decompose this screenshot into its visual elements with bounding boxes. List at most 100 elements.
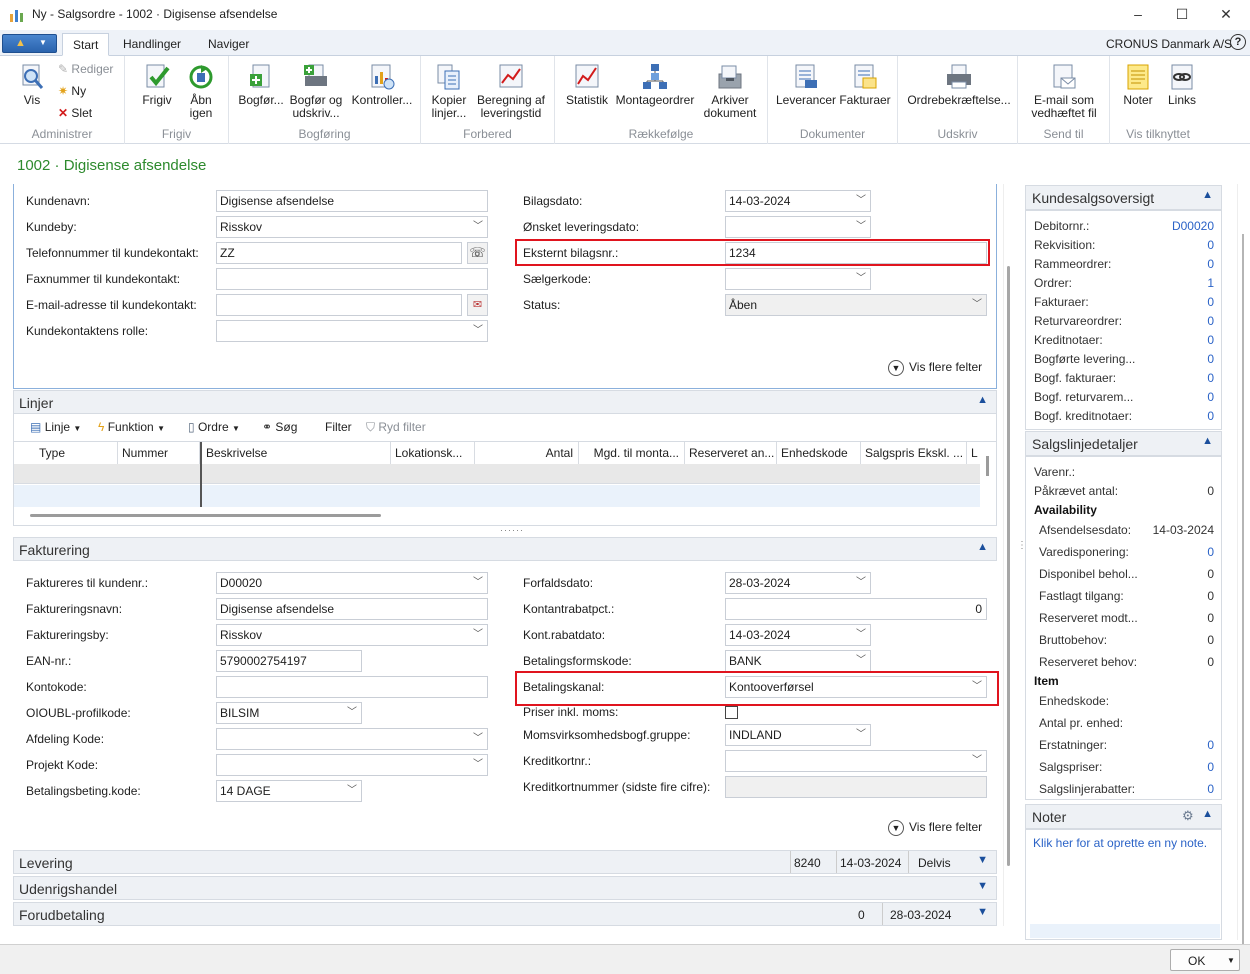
- beregning-af-leveringstid-button[interactable]: Beregning af leveringstid: [473, 62, 549, 120]
- fakturaer-button[interactable]: Fakturaer: [838, 62, 892, 107]
- table-row[interactable]: [14, 485, 980, 507]
- col-type[interactable]: Type: [35, 442, 118, 464]
- col-enhedskode[interactable]: Enhedskode: [777, 442, 861, 464]
- betalingsbeting-kode-field[interactable]: 14 DAGE ﹀: [216, 780, 362, 802]
- chevron-down-icon[interactable]: ﹀: [856, 725, 866, 745]
- frigiv-button[interactable]: Frigiv: [135, 62, 179, 107]
- row-value-link[interactable]: 0: [1207, 545, 1214, 559]
- note-input-area[interactable]: [1030, 924, 1220, 938]
- projekt-kode-field[interactable]: ﹀: [216, 754, 488, 776]
- faxnummer-field[interactable]: [216, 268, 488, 290]
- ean-nr-field[interactable]: 5790002754197: [216, 650, 362, 672]
- minimize-icon[interactable]: –: [1128, 4, 1148, 24]
- row-value-link[interactable]: 1: [1207, 276, 1214, 290]
- kreditkortnr-field[interactable]: ﹀: [725, 750, 987, 772]
- kundeby-field[interactable]: Risskov ﹀: [216, 216, 488, 238]
- col-nummer[interactable]: Nummer: [118, 442, 200, 464]
- maximize-icon[interactable]: ☐: [1172, 4, 1192, 24]
- scrollbar-thumb[interactable]: [1007, 266, 1010, 866]
- linjer-fasttab-header[interactable]: Linjer ▲: [13, 390, 997, 414]
- leverancer-button[interactable]: Leverancer: [774, 62, 838, 107]
- kundesalgsoversigt-header[interactable]: Kundesalgsoversigt ▲: [1025, 185, 1222, 210]
- col-salgspris[interactable]: Salgspris Ekskl. ...: [861, 442, 967, 464]
- tab-start[interactable]: Start: [62, 33, 110, 56]
- montageordrer-button[interactable]: Montageordrer: [613, 62, 697, 107]
- chevron-down-icon[interactable]: ﹀: [347, 703, 357, 723]
- close-icon[interactable]: ✕: [1216, 4, 1236, 24]
- oioubl-profilkode-field[interactable]: BILSIM ﹀: [216, 702, 362, 724]
- bilagsdato-field[interactable]: 14-03-2024 ﹀: [725, 190, 871, 212]
- faktureringsnavn-field[interactable]: Digisense afsendelse: [216, 598, 488, 620]
- create-note-link[interactable]: Klik her for at oprette en ny note.: [1033, 836, 1207, 850]
- rediger-button[interactable]: ✎ Rediger: [58, 62, 113, 76]
- col-lokationskode[interactable]: Lokationsk...: [391, 442, 475, 464]
- chevron-down-icon[interactable]: ﹀: [856, 573, 866, 593]
- email-attachment-button[interactable]: E-mail som vedhæftet fil: [1024, 62, 1104, 120]
- email-field[interactable]: [216, 294, 462, 316]
- help-icon[interactable]: ?: [1230, 34, 1246, 50]
- vis-button[interactable]: Vis: [10, 62, 54, 107]
- application-menu-button[interactable]: ▲ ▼: [2, 34, 57, 53]
- statistik-button[interactable]: Statistik: [563, 62, 611, 107]
- noter-button[interactable]: Noter: [1118, 62, 1158, 107]
- saelgerkode-field[interactable]: ﹀: [725, 268, 871, 290]
- row-value-link[interactable]: 0: [1207, 738, 1214, 752]
- col-mgd-til-montage[interactable]: Mgd. til monta...: [579, 442, 685, 464]
- fakturering-fasttab-header[interactable]: Fakturering ▲: [13, 537, 997, 561]
- chevron-down-icon[interactable]: ﹀: [473, 573, 483, 593]
- udenrigshandel-fasttab-header[interactable]: Udenrigshandel ▼: [13, 876, 997, 900]
- afdeling-kode-field[interactable]: ﹀: [216, 728, 488, 750]
- debitornr-link[interactable]: D00020: [1172, 219, 1214, 233]
- factbox-scrollbar[interactable]: [1237, 184, 1247, 954]
- vis-flere-felter-general-button[interactable]: ▼ Vis flere felter: [888, 360, 982, 376]
- kontokode-field[interactable]: [216, 676, 488, 698]
- ryd-filter-button[interactable]: ⛉ Ryd filter: [366, 420, 426, 435]
- kreditkortnummer-sidste-fire-field[interactable]: [725, 776, 987, 798]
- betalingsformskode-field[interactable]: BANK ﹀: [725, 650, 871, 672]
- tab-handlinger[interactable]: Handlinger: [113, 33, 191, 56]
- linje-menu-button[interactable]: ▤ Linje ▼: [30, 420, 81, 434]
- chevron-up-icon[interactable]: ▲: [977, 394, 988, 406]
- dropdown-arrow-icon[interactable]: ▼: [1227, 956, 1235, 965]
- chevron-down-icon[interactable]: ﹀: [972, 751, 982, 771]
- ok-button[interactable]: OK ▼: [1170, 949, 1240, 971]
- chevron-down-icon[interactable]: ﹀: [473, 729, 483, 749]
- chevron-up-icon[interactable]: ▲: [977, 541, 988, 553]
- filter-button[interactable]: Filter: [325, 420, 352, 434]
- chevron-down-icon[interactable]: ▼: [977, 880, 988, 892]
- col-reserveret-antal[interactable]: Reserveret an...: [685, 442, 777, 464]
- noter-header[interactable]: Noter ⚙ ▲: [1025, 804, 1222, 829]
- kont-rabatdato-field[interactable]: 14-03-2024 ﹀: [725, 624, 871, 646]
- row-value-link[interactable]: 0: [1207, 295, 1214, 309]
- chevron-down-icon[interactable]: ﹀: [856, 191, 866, 211]
- faktureringsby-field[interactable]: Risskov ﹀: [216, 624, 488, 646]
- faktureres-til-kundenr-field[interactable]: D00020 ﹀: [216, 572, 488, 594]
- chevron-down-icon[interactable]: ﹀: [473, 755, 483, 775]
- row-value-link[interactable]: 0: [1207, 333, 1214, 347]
- row-value-link[interactable]: 0: [1207, 257, 1214, 271]
- gear-icon[interactable]: ⚙: [1182, 808, 1194, 824]
- chevron-down-icon[interactable]: ﹀: [972, 295, 982, 315]
- chevron-up-icon[interactable]: ▲: [1202, 435, 1213, 447]
- arkiver-dokument-button[interactable]: Arkiver dokument: [701, 62, 759, 120]
- ordrebekraeftelse-button[interactable]: Ordrebekræftelse...: [906, 62, 1012, 107]
- chevron-down-icon[interactable]: ▼: [977, 854, 988, 866]
- kopier-linjer-button[interactable]: Kopier linjer...: [427, 62, 471, 120]
- status-field[interactable]: Åben ﹀: [725, 294, 987, 316]
- row-value-link[interactable]: 0: [1207, 314, 1214, 328]
- row-value-link[interactable]: 0: [1207, 352, 1214, 366]
- chevron-down-icon[interactable]: ﹀: [856, 651, 866, 671]
- telefonnummer-field[interactable]: ZZ: [216, 242, 462, 264]
- momsvirksomhedsbogf-gruppe-field[interactable]: INDLAND ﹀: [725, 724, 871, 746]
- chevron-down-icon[interactable]: ﹀: [473, 625, 483, 645]
- chevron-up-icon[interactable]: ▲: [1202, 189, 1213, 201]
- send-email-icon[interactable]: ✉: [467, 294, 488, 316]
- chevron-down-icon[interactable]: ﹀: [856, 269, 866, 289]
- kontantrabatpct-field[interactable]: 0: [725, 598, 987, 620]
- col-beskrivelse[interactable]: Beskrivelse: [202, 442, 391, 464]
- oensket-leveringsdato-field[interactable]: ﹀: [725, 216, 871, 238]
- chevron-down-icon[interactable]: ▼: [977, 906, 988, 918]
- col-l[interactable]: L: [967, 442, 979, 464]
- tab-naviger[interactable]: Naviger: [198, 33, 259, 56]
- kundenavn-field[interactable]: Digisense afsendelse: [216, 190, 488, 212]
